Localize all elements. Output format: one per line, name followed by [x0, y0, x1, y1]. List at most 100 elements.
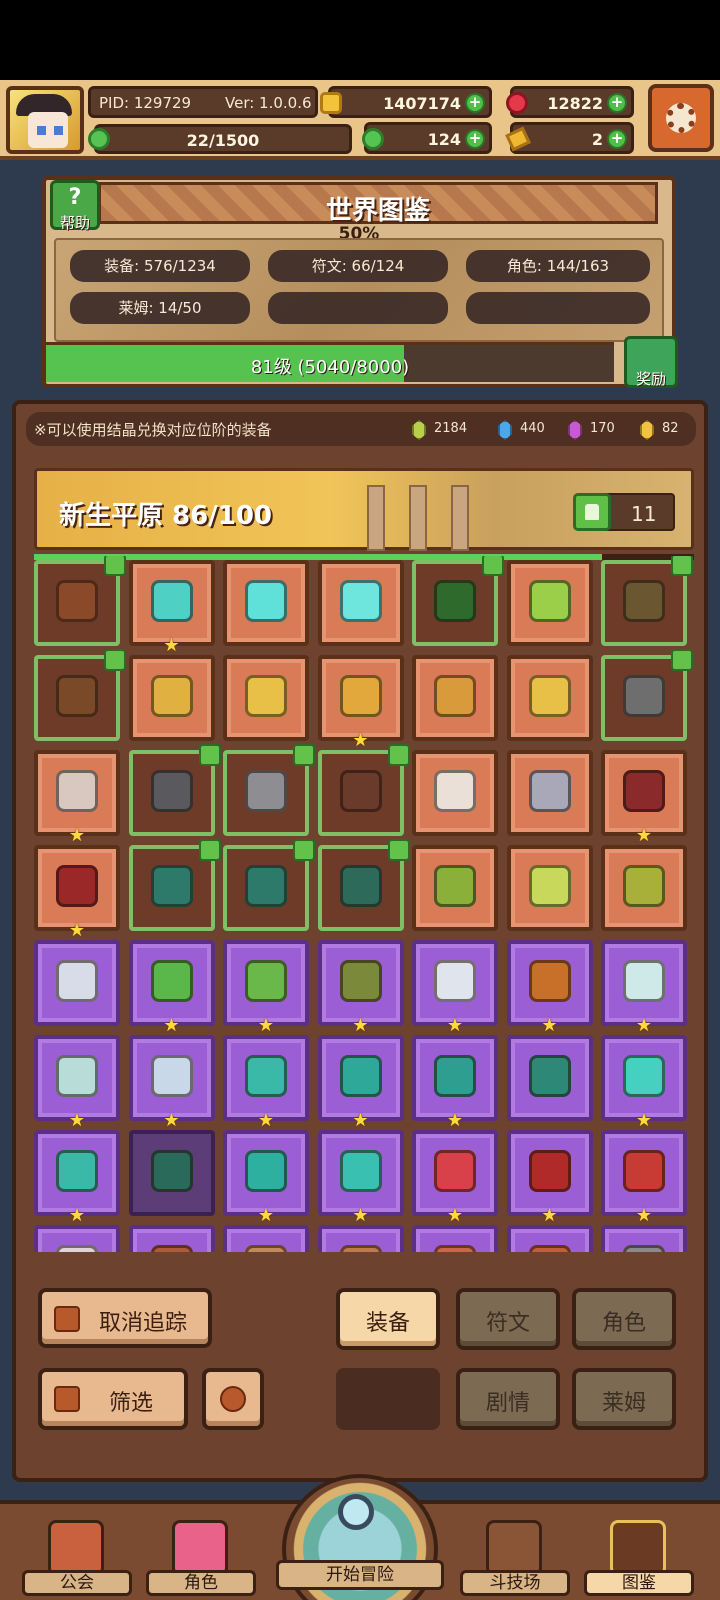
equipment-slot[interactable]	[317, 1225, 404, 1252]
equipment-slot[interactable]	[506, 1035, 593, 1121]
player-avatar[interactable]	[6, 86, 84, 154]
equipment-slot[interactable]	[223, 1225, 309, 1252]
tab-slimes[interactable]: 莱姆	[572, 1368, 676, 1430]
start-adventure-button[interactable]: 开始冒险	[276, 1474, 444, 1600]
add-ruby-button[interactable]: +	[607, 93, 627, 113]
world-map-background: 装备: 576/1234 符文: 66/124 角色: 144/163 莱姆: …	[54, 238, 664, 342]
equipment-slot[interactable]	[34, 940, 120, 1026]
thumbs-up-icon	[573, 493, 611, 531]
equipment-slot[interactable]	[412, 655, 498, 741]
tracked-thumbs-up-icon	[387, 744, 410, 766]
equipment-slot[interactable]	[34, 556, 126, 646]
equipment-slot[interactable]	[34, 1225, 120, 1252]
add-gold-button[interactable]: +	[465, 93, 485, 113]
tab-story[interactable]: 剧情	[456, 1368, 560, 1430]
equipment-slot[interactable]	[601, 649, 693, 741]
tracked-thumbs-up-icon	[387, 839, 410, 861]
equipment-slot[interactable]	[506, 845, 593, 931]
equipment-slot[interactable]	[128, 1130, 215, 1216]
equipment-slot[interactable]: ★	[317, 940, 404, 1036]
grid-icon	[54, 1386, 80, 1412]
equipment-slot[interactable]: ★	[317, 655, 404, 751]
tab-story-label: 剧情	[485, 1391, 530, 1416]
add-clover-button[interactable]: +	[465, 129, 485, 149]
untrack-button[interactable]: 取消追踪	[38, 1288, 212, 1348]
player-info-panel: PID: 129729 Ver: 1.0.0.6	[88, 86, 318, 118]
equipment-slot[interactable]: ★	[412, 1035, 498, 1131]
nav-characters[interactable]: 角色	[146, 1520, 256, 1600]
equipment-slot[interactable]: ★	[223, 1035, 309, 1131]
tab-equipment[interactable]: 装备	[336, 1288, 440, 1350]
equipment-slot[interactable]: ★	[601, 750, 687, 846]
equipment-slot[interactable]	[317, 744, 410, 836]
refresh-button[interactable]	[202, 1368, 264, 1430]
equipment-slot[interactable]	[506, 560, 593, 646]
equipment-item-icon	[245, 865, 287, 907]
equipment-slot[interactable]: ★	[412, 1130, 498, 1226]
equipment-slot[interactable]: ★	[317, 1035, 404, 1131]
equipment-slot[interactable]: ★	[34, 845, 120, 941]
equipment-slot[interactable]	[412, 556, 504, 646]
equipment-slot[interactable]	[317, 560, 404, 646]
equipment-slot[interactable]	[506, 655, 593, 741]
empty-stat-slot	[268, 292, 448, 324]
star-icon: ★	[257, 1110, 275, 1131]
equipment-slot[interactable]: ★	[128, 560, 215, 656]
equipment-item-icon	[150, 960, 193, 1002]
equipment-slot[interactable]: ★	[317, 1130, 404, 1226]
equipment-slot[interactable]: ★	[34, 1130, 120, 1226]
equipment-slot[interactable]: ★	[412, 940, 498, 1036]
equipment-item-icon	[56, 865, 98, 907]
equipment-slot[interactable]: ★	[223, 1130, 309, 1226]
equipment-slot[interactable]	[601, 845, 687, 931]
equipment-slot[interactable]: ★	[506, 1130, 593, 1226]
equipment-slot[interactable]: ★	[128, 940, 215, 1036]
equipment-slot[interactable]	[601, 1225, 687, 1252]
equipment-item-icon	[245, 580, 287, 622]
settings-button[interactable]	[648, 84, 714, 152]
equipment-item-icon	[245, 1245, 287, 1252]
equipment-slot[interactable]: ★	[223, 940, 309, 1036]
add-key-button[interactable]: +	[607, 129, 627, 149]
nav-codex[interactable]: 图鉴	[584, 1520, 694, 1600]
equipment-slot[interactable]: ★	[506, 940, 593, 1036]
crossed-swords-icon	[486, 1520, 542, 1576]
equipment-slot[interactable]: ★	[34, 750, 120, 846]
equipment-slot[interactable]	[223, 744, 315, 836]
equipment-slot[interactable]	[128, 744, 221, 836]
equipment-slot[interactable]	[223, 655, 309, 741]
nav-characters-label: 角色	[146, 1570, 256, 1596]
equipment-slot[interactable]: ★	[601, 1035, 687, 1131]
equipment-slot[interactable]	[601, 556, 693, 646]
equipment-slot[interactable]	[412, 750, 498, 836]
equipment-slot[interactable]	[412, 845, 498, 931]
equipment-slot[interactable]	[317, 839, 410, 931]
codex-level-text: 81级 (5040/8000)	[250, 357, 410, 378]
equipment-slot[interactable]	[128, 655, 215, 741]
equipment-slot[interactable]	[223, 560, 309, 646]
filter-button[interactable]: 筛选	[38, 1368, 188, 1430]
tab-characters[interactable]: 角色	[572, 1288, 676, 1350]
equipment-item-icon	[339, 1055, 382, 1097]
equipment-slot[interactable]: ★	[601, 1130, 687, 1226]
equipment-slot[interactable]: ★	[34, 1035, 120, 1131]
tab-runes[interactable]: 符文	[456, 1288, 560, 1350]
equipment-slot[interactable]: ★	[601, 940, 687, 1036]
nav-arena[interactable]: 斗技场	[460, 1520, 570, 1600]
equipment-slot[interactable]	[128, 1225, 215, 1252]
filter-label: 筛选	[108, 1391, 153, 1416]
nav-guild[interactable]: 公会	[22, 1520, 132, 1600]
star-icon: ★	[635, 825, 653, 846]
star-icon: ★	[446, 1205, 464, 1226]
equipment-slot[interactable]	[506, 1225, 593, 1252]
equipment-slot[interactable]: ★	[128, 1035, 215, 1131]
equipment-slot[interactable]	[34, 649, 126, 741]
equipment-slot[interactable]	[128, 839, 221, 931]
equipment-slot[interactable]	[223, 839, 315, 931]
tracked-counter[interactable]: 11	[573, 493, 675, 531]
star-icon: ★	[68, 825, 86, 846]
refresh-icon	[220, 1386, 246, 1412]
equipment-slot[interactable]	[506, 750, 593, 836]
gold-panel: 1407174 +	[328, 86, 492, 118]
equipment-slot[interactable]	[412, 1225, 498, 1252]
